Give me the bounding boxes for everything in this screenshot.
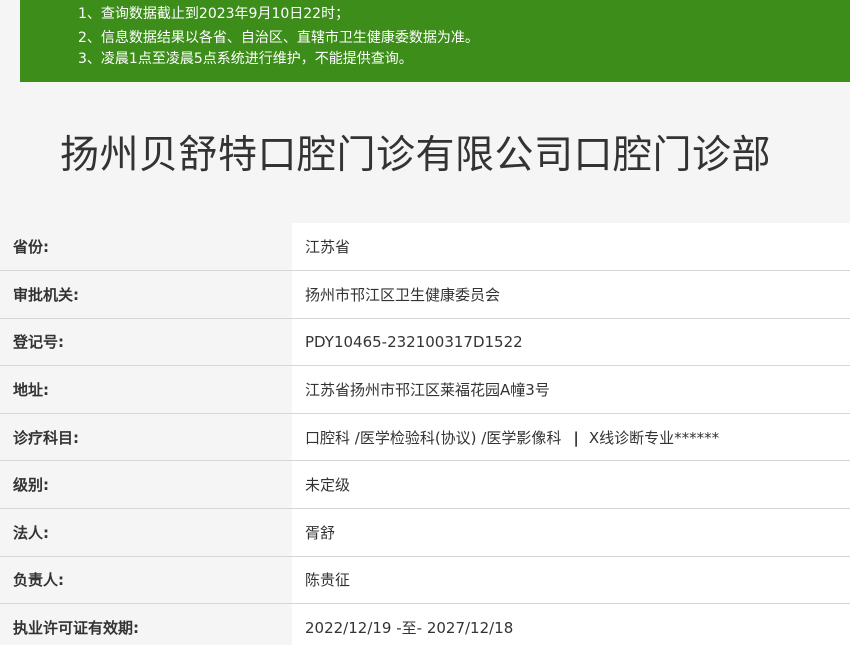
table-row-license-validity: 执业许可证有效期: 2022/12/19 -至- 2027/12/18 [0, 603, 850, 645]
notice-line-2: 2、信息数据结果以各省、自治区、直辖市卫生健康委数据为准。 [78, 30, 479, 46]
notice-line-3: 3、凌晨1点至凌晨5点系统进行维护，不能提供查询。 [78, 51, 413, 67]
notice-line-1: 1、查询数据截止到2023年9月10日22时； [78, 6, 350, 22]
row-value: 江苏省 [292, 223, 850, 272]
row-value: 陈贵征 [292, 556, 850, 605]
row-value: 江苏省扬州市邗江区莱福花园A幢3号 [292, 365, 850, 414]
table-row-province: 省份: 江苏省 [0, 223, 850, 272]
table-row-authority: 审批机关: 扬州市邗江区卫生健康委员会 [0, 270, 850, 319]
departments-separator: | [573, 428, 579, 447]
row-label: 级别: [0, 460, 292, 510]
table-row-legal-person: 法人: 胥舒 [0, 508, 850, 557]
page-title: 扬州贝舒特口腔门诊有限公司口腔门诊部 [60, 133, 772, 178]
row-label: 登记号: [0, 318, 292, 367]
page: 1、查询数据截止到2023年9月10日22时； 2、信息数据结果以各省、自治区、… [0, 0, 850, 645]
table-row-address: 地址: 江苏省扬州市邗江区莱福花园A幢3号 [0, 365, 850, 414]
table-row-level: 级别: 未定级 [0, 460, 850, 510]
table-row-departments: 诊疗科目: 口腔科 /医学检验科(协议) /医学影像科 | X线诊断专业****** [0, 413, 850, 462]
row-value: 2022/12/19 -至- 2027/12/18 [292, 603, 850, 645]
table-row-registration: 登记号: PDY10465-232100317D1522 [0, 318, 850, 367]
row-label: 执业许可证有效期: [0, 603, 292, 645]
row-label: 省份: [0, 223, 292, 272]
row-value: 口腔科 /医学检验科(协议) /医学影像科 | X线诊断专业****** [292, 413, 850, 462]
notice-banner: 1、查询数据截止到2023年9月10日22时； 2、信息数据结果以各省、自治区、… [20, 0, 850, 82]
row-value: 胥舒 [292, 508, 850, 557]
departments-extra: X线诊断专业****** [588, 428, 720, 447]
row-label: 负责人: [0, 556, 292, 605]
row-label: 地址: [0, 365, 292, 414]
info-table: 省份: 江苏省 审批机关: 扬州市邗江区卫生健康委员会 登记号: PDY1046… [0, 223, 850, 645]
row-label: 法人: [0, 508, 292, 557]
row-value: 扬州市邗江区卫生健康委员会 [292, 270, 850, 319]
row-value: PDY10465-232100317D1522 [292, 318, 850, 367]
departments-main: 口腔科 /医学检验科(协议) /医学影像科 [305, 428, 562, 447]
row-label: 审批机关: [0, 270, 292, 319]
row-value: 未定级 [292, 460, 850, 510]
row-label: 诊疗科目: [0, 413, 292, 462]
table-row-principal: 负责人: 陈贵征 [0, 556, 850, 605]
